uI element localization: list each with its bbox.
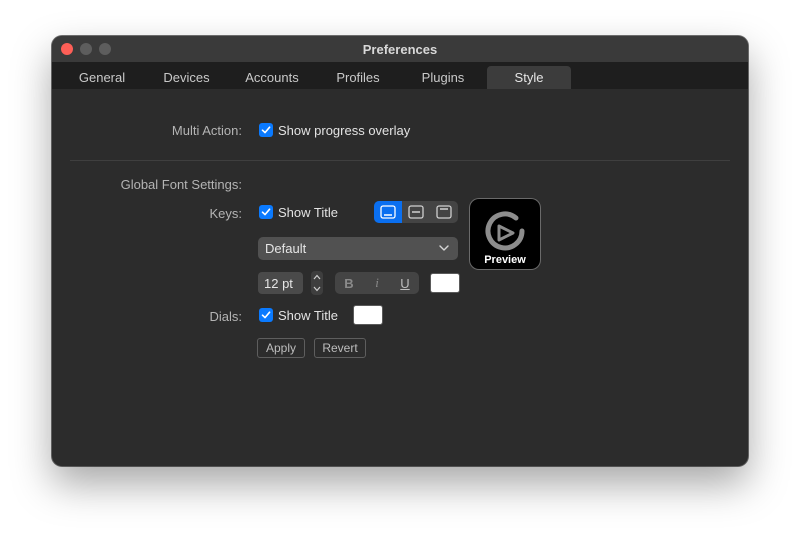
- minimize-button[interactable]: [80, 43, 92, 55]
- window-title: Preferences: [362, 41, 438, 57]
- font-family-dropdown[interactable]: Default: [258, 237, 458, 260]
- font-family-value: Default: [265, 241, 307, 256]
- dials-label: Dials:: [209, 309, 242, 324]
- middle-align-icon: [408, 205, 424, 219]
- font-size-stepper[interactable]: [311, 271, 323, 295]
- window-controls: [61, 43, 111, 55]
- show-progress-overlay-label: Show progress overlay: [278, 123, 411, 138]
- tab-style[interactable]: Style: [487, 66, 571, 89]
- top-align-icon: [436, 205, 452, 219]
- italic-glyph: I: [375, 275, 379, 290]
- tab-accounts[interactable]: Accounts: [236, 66, 308, 89]
- keys-show-title-label: Show Title: [278, 205, 338, 220]
- chevron-up-icon: [313, 274, 321, 280]
- checkmark-icon: [261, 126, 271, 134]
- italic-button[interactable]: I: [363, 272, 391, 294]
- tab-general[interactable]: General: [70, 66, 134, 89]
- dials-show-title-checkbox[interactable]: [259, 308, 273, 322]
- dials-show-title-label: Show Title: [278, 308, 338, 323]
- font-size-field[interactable]: 12 pt: [258, 272, 303, 294]
- bottom-align-icon: [380, 205, 396, 219]
- zoom-button[interactable]: [99, 43, 111, 55]
- checkmark-icon: [261, 208, 271, 216]
- section-divider: [70, 160, 730, 161]
- preview-label: Preview: [484, 254, 526, 266]
- keys-label: Keys:: [209, 206, 242, 221]
- elgato-logo-icon: [485, 211, 525, 251]
- close-button[interactable]: [61, 43, 73, 55]
- tab-bar: General Devices Accounts Profiles Plugin…: [52, 62, 748, 89]
- bottom-align-button[interactable]: [374, 201, 402, 223]
- title-bar[interactable]: Preferences: [52, 36, 748, 62]
- apply-button[interactable]: Apply: [257, 338, 305, 358]
- top-align-button[interactable]: [430, 201, 458, 223]
- bold-button[interactable]: B: [335, 272, 363, 294]
- global-font-settings-label: Global Font Settings:: [120, 177, 242, 192]
- dials-font-color-well[interactable]: [354, 306, 382, 324]
- middle-align-button[interactable]: [402, 201, 430, 223]
- font-size-value: 12 pt: [264, 275, 293, 291]
- tab-devices[interactable]: Devices: [153, 66, 220, 89]
- multi-action-label: Multi Action:: [171, 123, 242, 138]
- key-preview: Preview: [470, 199, 540, 269]
- keys-show-title-checkbox[interactable]: [259, 205, 273, 219]
- font-style-control: B I U: [335, 272, 419, 294]
- tab-profiles[interactable]: Profiles: [322, 66, 394, 89]
- title-alignment-control: [374, 201, 458, 223]
- show-progress-overlay-checkbox[interactable]: [259, 123, 273, 137]
- preferences-window: Preferences General Devices Accounts Pro…: [52, 36, 748, 466]
- underline-button[interactable]: U: [391, 272, 419, 294]
- keys-font-color-well[interactable]: [431, 274, 459, 292]
- tab-plugins[interactable]: Plugins: [408, 66, 478, 89]
- chevron-down-icon: [439, 245, 449, 251]
- revert-button[interactable]: Revert: [314, 338, 366, 358]
- chevron-down-icon: [313, 286, 321, 292]
- checkmark-icon: [261, 311, 271, 319]
